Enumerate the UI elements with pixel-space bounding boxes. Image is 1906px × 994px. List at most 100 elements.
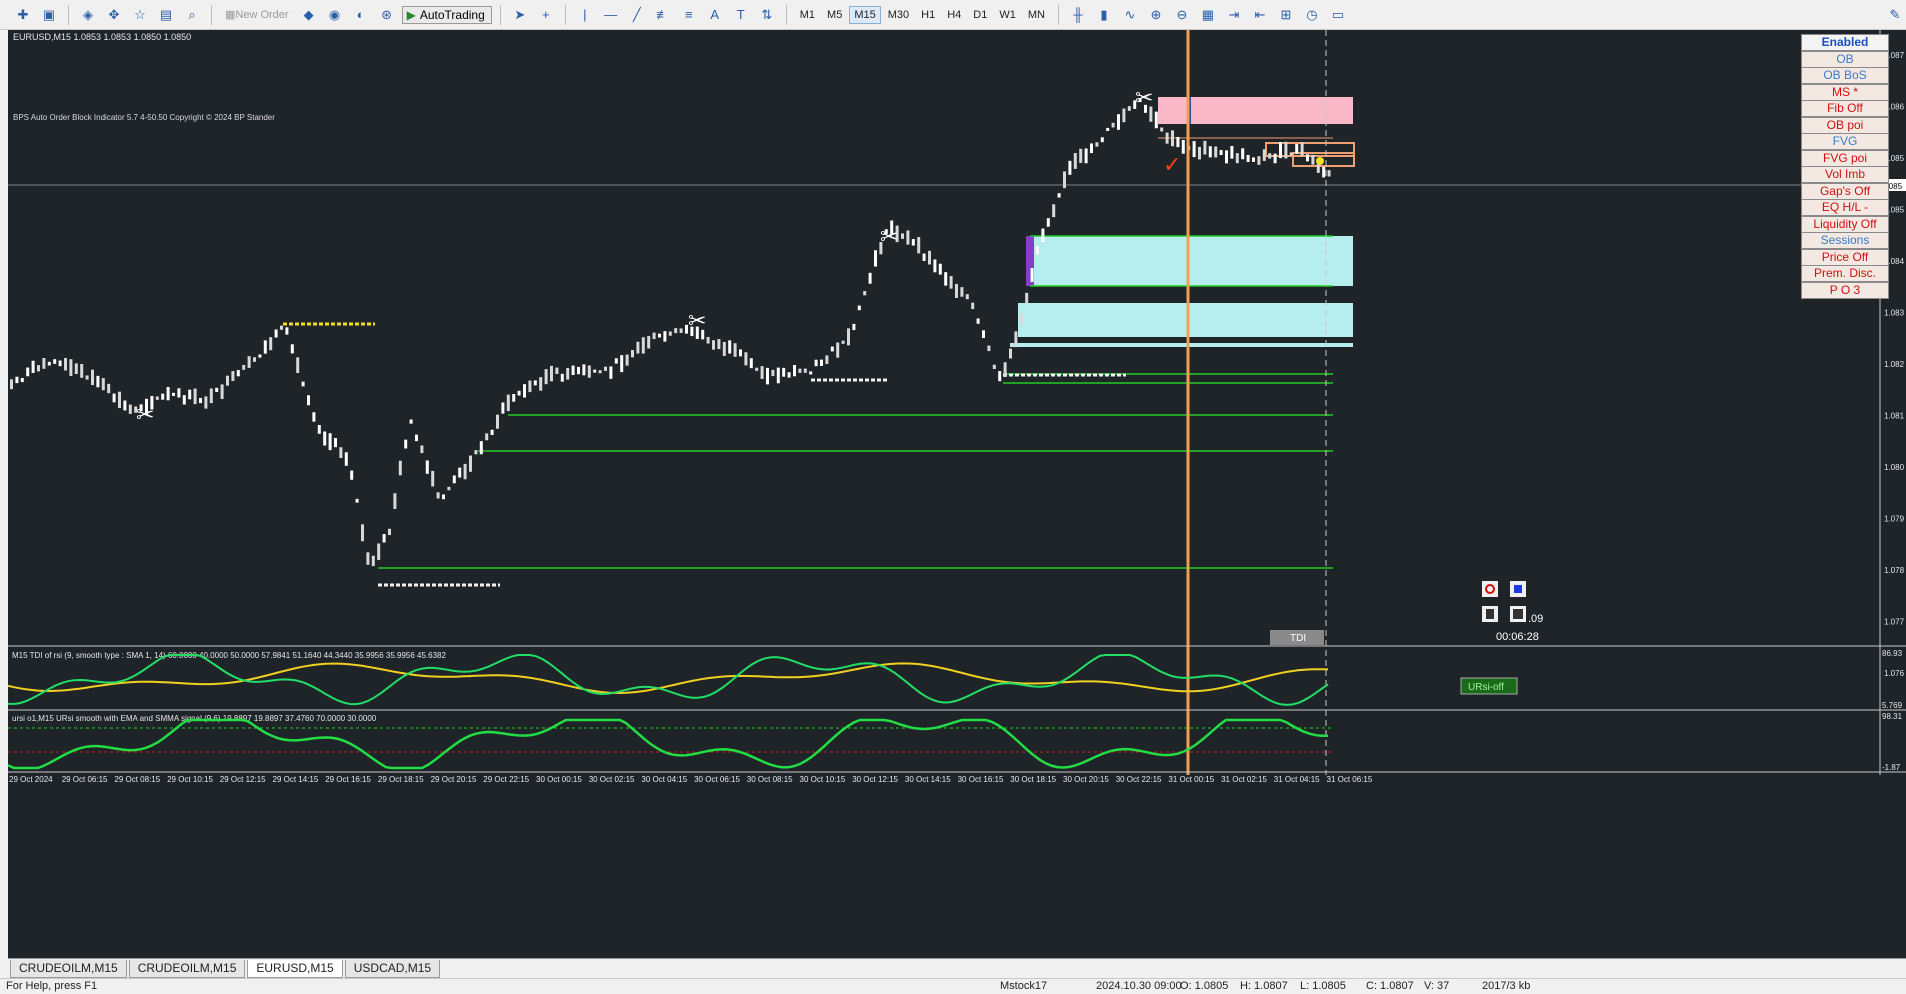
time-tick-label: 30 Oct 06:15 — [694, 775, 740, 784]
timeframe-w1[interactable]: W1 — [994, 6, 1021, 24]
metaeditor-icon[interactable]: ◆ — [298, 4, 320, 26]
fibo-icon[interactable]: ≡ — [678, 4, 700, 26]
crosshair-icon[interactable]: + — [535, 4, 557, 26]
price-bar — [1057, 193, 1061, 198]
panel-button-fvg-poi[interactable]: FVG poi — [1801, 149, 1889, 167]
templates-icon[interactable]: ▭ — [1327, 4, 1349, 26]
panel-button-enabled[interactable]: Enabled — [1801, 34, 1889, 51]
autoscroll-icon[interactable]: ⇥ — [1223, 4, 1245, 26]
time-tick-label: 29 Oct 2024 — [9, 775, 53, 784]
timeframe-m15[interactable]: M15 — [849, 5, 881, 24]
indicators-icon[interactable]: ⊞ — [1275, 4, 1297, 26]
tile-icon[interactable]: ▦ — [1197, 4, 1219, 26]
widget-list-button[interactable] — [1510, 606, 1526, 622]
candles-icon[interactable]: ▮ — [1093, 4, 1115, 26]
arrows-icon[interactable]: ⇅ — [756, 4, 778, 26]
timeframe-d1[interactable]: D1 — [968, 6, 992, 24]
price-bar — [814, 359, 818, 367]
price-bar — [1046, 218, 1050, 227]
price-bar — [992, 364, 996, 370]
price-bar — [253, 357, 256, 362]
new-order-button[interactable]: ▦ New Order — [220, 4, 294, 26]
time-tick-label: 31 Oct 00:15 — [1168, 775, 1214, 784]
line-chart-icon[interactable]: ∿ — [1119, 4, 1141, 26]
tester-icon[interactable]: ⌕ — [181, 4, 203, 26]
panel-button-gap-s-off[interactable]: Gap's Off — [1801, 182, 1889, 200]
ursi-bottom-value: -1.87 — [1882, 763, 1901, 772]
periods-icon[interactable]: ◷ — [1301, 4, 1323, 26]
cursor-icon[interactable]: ➤ — [509, 4, 531, 26]
panel-button-ob-bos[interactable]: OB BoS — [1801, 67, 1889, 84]
panel-button-eq-h-l[interactable]: EQ H/L - — [1801, 199, 1889, 216]
price-bar — [1009, 348, 1012, 359]
panel-button-ob-poi[interactable]: OB poi — [1801, 116, 1889, 134]
trendline-icon[interactable]: ╱ — [626, 4, 648, 26]
timeframe-h4[interactable]: H4 — [942, 6, 966, 24]
navigator-icon[interactable]: ✥ — [103, 4, 125, 26]
price-bar — [712, 340, 715, 350]
chat-icon[interactable]: ◐ — [350, 4, 372, 26]
panel-button-p-o-3[interactable]: P O 3 — [1801, 281, 1889, 299]
widget-notes-button[interactable] — [1482, 606, 1498, 622]
price-bar — [247, 356, 251, 368]
new-chart-icon[interactable]: ✚ — [12, 4, 34, 26]
price-tick-label: 1.083 — [1884, 309, 1905, 318]
panel-button-vol-imb[interactable]: Vol Imb — [1801, 166, 1889, 183]
price-bar — [1090, 143, 1093, 154]
folder-icon[interactable]: ☆ — [129, 4, 151, 26]
price-bar — [37, 365, 40, 372]
horizontal-line-icon[interactable]: — — [600, 4, 622, 26]
vertical-line-icon[interactable]: | — [574, 4, 596, 26]
chart-tab[interactable]: USDCAD,M15 — [344, 960, 441, 978]
price-bar — [161, 393, 165, 400]
timeframe-mn[interactable]: MN — [1023, 6, 1050, 24]
signals-icon[interactable]: ◉ — [324, 4, 346, 26]
price-bar — [107, 383, 111, 394]
bar-chart-icon[interactable]: ╫ — [1067, 4, 1089, 26]
widget-record-button[interactable] — [1482, 581, 1498, 597]
chart-window[interactable]: EURUSD,M15 1.0853 1.0853 1.0850 1.0850 B… — [7, 30, 1906, 958]
label-icon[interactable]: T — [730, 4, 752, 26]
price-bar — [1203, 140, 1207, 155]
panel-button-fvg[interactable]: FVG — [1801, 133, 1889, 150]
autotrading-button[interactable]: ▶ AutoTrading — [401, 5, 492, 24]
chart-shift-icon[interactable]: ⇤ — [1249, 4, 1271, 26]
profiles-icon[interactable]: ▣ — [38, 4, 60, 26]
price-bar — [1154, 111, 1158, 129]
panel-button-liquidity-off[interactable]: Liquidity Off — [1801, 215, 1889, 233]
panel-button-ms[interactable]: MS * — [1801, 83, 1889, 101]
time-tick-label: 29 Oct 08:15 — [114, 775, 160, 784]
price-bar — [436, 492, 440, 499]
ursi-off-button[interactable]: URsi-off — [1460, 677, 1518, 695]
timeframe-m1[interactable]: M1 — [795, 6, 820, 24]
market-watch-icon[interactable]: ◈ — [77, 4, 99, 26]
panel-button-price-off[interactable]: Price Off — [1801, 248, 1889, 266]
panel-button-ob[interactable]: OB — [1801, 50, 1889, 68]
text-icon[interactable]: A — [704, 4, 726, 26]
timeframe-h1[interactable]: H1 — [916, 6, 940, 24]
chart-tab[interactable]: EURUSD,M15 — [247, 960, 343, 978]
widget-stop-button[interactable] — [1510, 581, 1526, 597]
price-bar — [1165, 132, 1169, 144]
pen-icon[interactable]: ✎ — [1884, 4, 1906, 26]
price-bar — [1257, 156, 1261, 165]
price-bar — [1284, 141, 1288, 159]
tdi-button[interactable]: TDI — [1270, 630, 1324, 645]
timeframe-m5[interactable]: M5 — [822, 6, 847, 24]
zoom-out-icon[interactable]: ⊖ — [1171, 4, 1193, 26]
price-bar — [166, 386, 170, 401]
chart-tab[interactable]: CRUDEOILM,M15 — [10, 960, 127, 978]
autotrading-icon: ▶ — [406, 7, 416, 22]
chart-tab[interactable]: CRUDEOILM,M15 — [128, 960, 246, 978]
zoom-in-icon[interactable]: ⊕ — [1145, 4, 1167, 26]
panel-button-fib-off[interactable]: Fib Off — [1801, 100, 1889, 117]
channel-icon[interactable]: ≢ — [652, 4, 674, 26]
timeframe-m30[interactable]: M30 — [883, 6, 914, 24]
price-chart[interactable]: EURUSD,M15 1.0853 1.0853 1.0850 1.0850 B… — [7, 30, 1906, 958]
terminal-icon[interactable]: ▤ — [155, 4, 177, 26]
price-bar — [976, 318, 980, 324]
panel-button-sessions[interactable]: Sessions — [1801, 232, 1889, 249]
panel-button-prem-disc[interactable]: Prem. Disc. — [1801, 265, 1889, 282]
status-high: H: 1.0807 — [1240, 980, 1288, 992]
market-icon[interactable]: ⊛ — [376, 4, 398, 26]
